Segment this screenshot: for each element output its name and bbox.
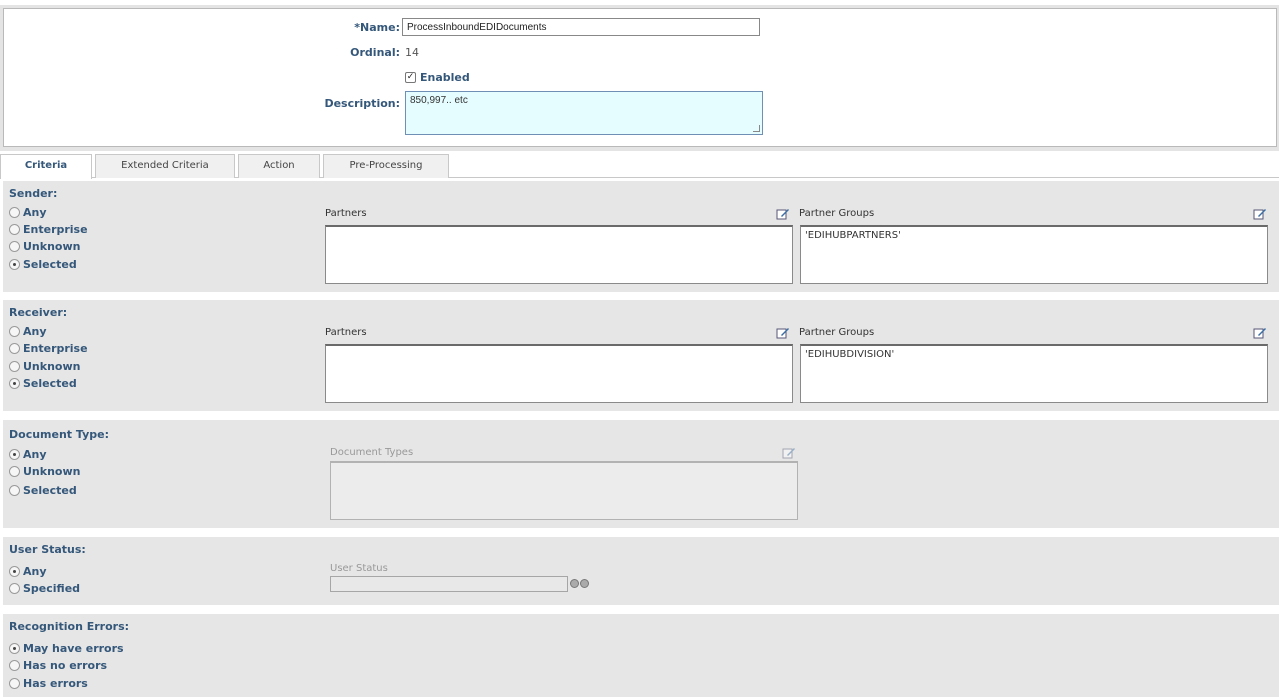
document-type-option-any[interactable]: Any: [9, 446, 47, 462]
receiver-groups-label: Partner Groups: [799, 327, 875, 338]
ordinal-label: Ordinal:: [350, 46, 400, 59]
radio-icon[interactable]: [9, 484, 20, 496]
receiver-title: Receiver:: [9, 306, 68, 319]
option-label: Selected: [23, 376, 77, 390]
sender-section: Sender: Any Enterprise Unknown Selected …: [3, 181, 1279, 292]
option-label: Any: [23, 447, 47, 461]
option-label: Enterprise: [23, 341, 88, 355]
enabled-toggle[interactable]: ✓ Enabled: [405, 71, 470, 84]
option-label: Any: [23, 324, 47, 338]
remove-icon[interactable]: [580, 579, 589, 588]
radio-icon[interactable]: [9, 258, 20, 270]
tab-pre-processing[interactable]: Pre-Processing: [323, 154, 449, 178]
receiver-option-unknown[interactable]: Unknown: [9, 358, 80, 374]
option-label: May have errors: [23, 641, 124, 655]
document-type-section: Document Type: Any Unknown Selected Docu…: [3, 420, 1279, 528]
list-item[interactable]: 'EDIHUBPARTNERS': [805, 230, 1263, 241]
enabled-label: Enabled: [420, 71, 470, 84]
radio-icon[interactable]: [9, 659, 20, 671]
description-input[interactable]: 850,997.. etc: [405, 91, 763, 135]
add-icon[interactable]: [570, 579, 579, 588]
radio-icon[interactable]: [9, 582, 20, 594]
option-label: Has errors: [23, 676, 88, 690]
edit-icon[interactable]: [1253, 326, 1267, 339]
sender-partners-list[interactable]: [325, 225, 793, 284]
sender-groups-list[interactable]: 'EDIHUBPARTNERS': [800, 225, 1268, 284]
recognition-errors-section: Recognition Errors: May have errors Has …: [3, 614, 1279, 697]
edit-icon[interactable]: [782, 446, 796, 459]
radio-icon[interactable]: [9, 342, 20, 354]
header-form: *Name: Ordinal: 14 ✓ Enabled Description…: [3, 8, 1277, 147]
receiver-partners-label: Partners: [325, 327, 367, 338]
option-label: Any: [23, 205, 47, 219]
tab-bar: Criteria Extended Criteria Action Pre-Pr…: [0, 154, 1279, 179]
sender-title: Sender:: [9, 187, 58, 200]
recognition-errors-title: Recognition Errors:: [9, 620, 130, 633]
sender-partners-label: Partners: [325, 208, 367, 219]
option-label: Unknown: [23, 464, 81, 478]
document-type-title: Document Type:: [9, 428, 109, 441]
sender-option-unknown[interactable]: Unknown: [9, 238, 80, 254]
name-label-text: Name:: [360, 21, 400, 34]
sender-groups-label: Partner Groups: [799, 208, 875, 219]
radio-icon[interactable]: [9, 377, 20, 389]
document-types-label: Document Types: [330, 447, 414, 458]
sender-option-any[interactable]: Any: [9, 204, 47, 220]
user-status-option-any[interactable]: Any: [9, 563, 47, 579]
radio-icon[interactable]: [9, 360, 20, 372]
radio-icon[interactable]: [9, 565, 20, 577]
receiver-partners-list[interactable]: [325, 344, 793, 403]
option-label: Has no errors: [23, 658, 108, 672]
document-type-option-selected[interactable]: Selected: [9, 482, 77, 498]
document-types-list[interactable]: [330, 461, 798, 520]
receiver-groups-list[interactable]: 'EDIHUBDIVISION': [800, 344, 1268, 403]
edit-icon[interactable]: [776, 326, 790, 339]
document-type-option-unknown[interactable]: Unknown: [9, 463, 80, 479]
user-status-title: User Status:: [9, 543, 86, 556]
option-label: Enterprise: [23, 222, 88, 236]
ordinal-value: 14: [405, 46, 419, 59]
option-label: Unknown: [23, 359, 81, 373]
option-label: Selected: [23, 257, 77, 271]
sender-option-selected[interactable]: Selected: [9, 256, 77, 272]
radio-icon[interactable]: [9, 325, 20, 337]
list-item[interactable]: 'EDIHUBDIVISION': [805, 349, 1263, 360]
edit-icon[interactable]: [1253, 207, 1267, 220]
resize-grip-icon[interactable]: [753, 125, 760, 132]
receiver-option-enterprise[interactable]: Enterprise: [9, 340, 88, 356]
radio-icon[interactable]: [9, 448, 20, 460]
radio-icon[interactable]: [9, 677, 20, 689]
enabled-checkbox[interactable]: ✓: [405, 72, 416, 83]
receiver-option-any[interactable]: Any: [9, 323, 47, 339]
radio-icon[interactable]: [9, 465, 20, 477]
option-label: Selected: [23, 483, 77, 497]
name-input[interactable]: [402, 18, 760, 36]
description-label: Description:: [324, 97, 400, 110]
receiver-option-selected[interactable]: Selected: [9, 375, 77, 391]
edit-icon[interactable]: [776, 207, 790, 220]
recognition-errors-option-may-have[interactable]: May have errors: [9, 640, 124, 656]
description-text: 850,997.. etc: [410, 95, 468, 106]
radio-icon[interactable]: [9, 223, 20, 235]
sender-option-enterprise[interactable]: Enterprise: [9, 221, 88, 237]
tab-criteria[interactable]: Criteria: [0, 154, 92, 179]
recognition-errors-option-no-errors[interactable]: Has no errors: [9, 657, 107, 673]
recognition-errors-option-has-errors[interactable]: Has errors: [9, 675, 88, 691]
name-label: *Name:: [280, 21, 400, 34]
radio-icon[interactable]: [9, 240, 20, 252]
receiver-section: Receiver: Any Enterprise Unknown Selecte…: [3, 300, 1279, 411]
user-status-label: User Status: [330, 563, 388, 574]
radio-icon[interactable]: [9, 206, 20, 218]
option-label: Any: [23, 564, 47, 578]
user-status-option-specified[interactable]: Specified: [9, 580, 80, 596]
radio-icon[interactable]: [9, 642, 20, 654]
option-label: Unknown: [23, 239, 81, 253]
tab-action[interactable]: Action: [238, 154, 320, 178]
user-status-input[interactable]: [330, 576, 568, 592]
tab-extended-criteria[interactable]: Extended Criteria: [95, 154, 235, 178]
user-status-section: User Status: Any Specified User Status: [3, 537, 1279, 605]
option-label: Specified: [23, 581, 81, 595]
